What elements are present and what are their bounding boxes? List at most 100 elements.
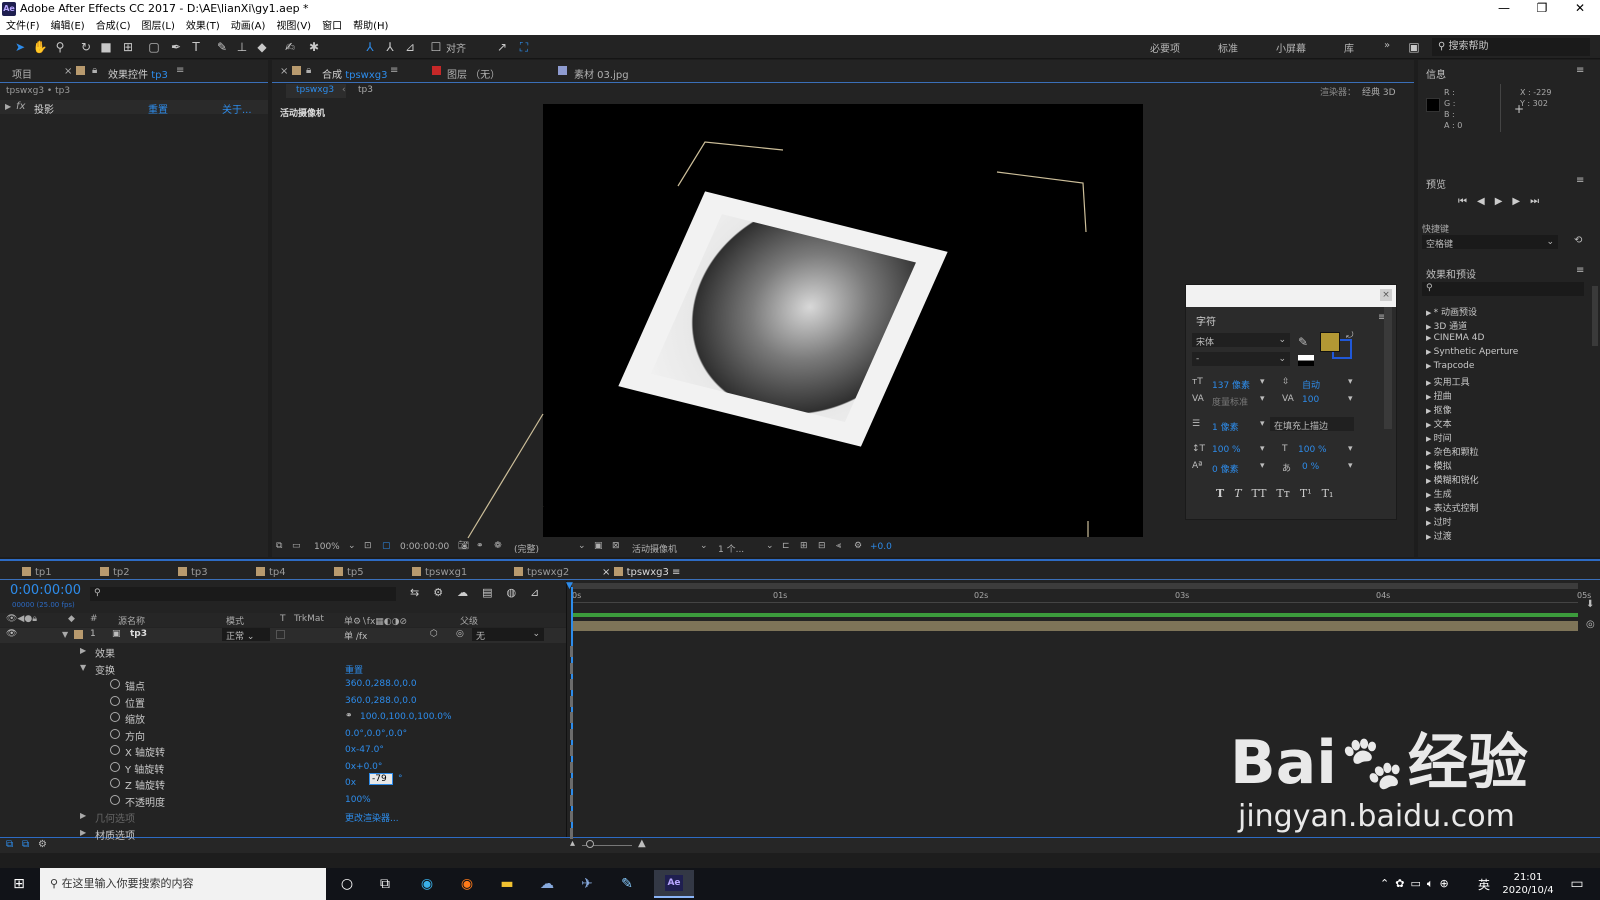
eye-icon[interactable]: 👁︎	[6, 629, 17, 639]
menu-composition[interactable]: 合成(C)	[96, 18, 131, 35]
zoom-out-icon[interactable]: ▴	[570, 838, 575, 849]
fast-preview-icon[interactable]: ⊞	[800, 541, 808, 551]
effects-category-item[interactable]: ▶ 模拟	[1426, 459, 1452, 472]
close-icon[interactable]: ×	[64, 66, 72, 77]
chevron-down-icon[interactable]: ▾	[1260, 419, 1265, 429]
effects-category-item[interactable]: ▶ 时间	[1426, 431, 1452, 444]
clone-stamp-tool-icon[interactable]: ⊥	[234, 39, 250, 55]
collapse-icon[interactable]: ▼	[62, 630, 68, 639]
time-ruler[interactable]: 0s 01s 02s 03s 04s 05s	[572, 589, 1591, 603]
fill-color-swatch[interactable]	[1320, 332, 1340, 352]
camera-tool-icon[interactable]: ■	[98, 39, 114, 55]
effects-category-item[interactable]: ▶ 文本	[1426, 417, 1452, 430]
tray-app-icon[interactable]: ✿	[1395, 877, 1410, 890]
property-value[interactable]: 0x	[345, 778, 356, 788]
rotate-tool-icon[interactable]: ↻	[78, 39, 94, 55]
chevron-down-icon[interactable]: ▾	[1260, 377, 1265, 387]
menu-help[interactable]: 帮助(H)	[353, 18, 388, 35]
timeline-tab-tp5[interactable]: tp5	[334, 567, 364, 578]
property-row[interactable]: 缩放 ⚭ 100.0,100.0,100.0%	[0, 710, 566, 726]
flowchart-next[interactable]: tp3	[358, 85, 373, 95]
effects-category-item[interactable]: ▶ Synthetic Aperture	[1426, 347, 1518, 357]
effects-category-item[interactable]: ▶ 表达式控制	[1426, 501, 1479, 514]
fit-icon[interactable]: ⊡	[364, 541, 372, 551]
shy-icon[interactable]: ☁	[457, 586, 482, 599]
col-source-name[interactable]: 源名称	[118, 614, 145, 627]
chevron-down-icon[interactable]: ▾	[1348, 377, 1353, 387]
close-icon[interactable]: ×	[1380, 289, 1392, 301]
close-button[interactable]: ✕	[1562, 0, 1598, 18]
menu-edit[interactable]: 编辑(E)	[51, 18, 85, 35]
stopwatch-icon[interactable]	[110, 762, 120, 772]
effects-category-item[interactable]: ▶ 杂色和颗粒	[1426, 445, 1479, 458]
3d-layer-icon[interactable]: ⬡	[430, 629, 438, 639]
timeline-tab-tp3[interactable]: tp3	[178, 567, 208, 578]
collapse-icon[interactable]: ▼	[80, 663, 86, 672]
windows-start-icon[interactable]: ⊞	[8, 874, 30, 894]
menu-effect[interactable]: 效果(T)	[186, 18, 220, 35]
timeline-tab-tpswxg3[interactable]: × tpswxg3 ≡	[602, 567, 680, 578]
property-row[interactable]: Y 轴旋转 0x+0.0°	[0, 760, 566, 776]
all-caps-button[interactable]: TT	[1252, 487, 1267, 500]
swap-colors-icon[interactable]: ⤾	[1346, 331, 1354, 341]
world-axis-icon[interactable]: ⅄	[382, 39, 398, 55]
always-preview-icon[interactable]: ⧉	[276, 541, 282, 551]
tab-layer[interactable]: 图层 （无）	[447, 66, 500, 81]
edge-browser-icon[interactable]: ◉	[416, 874, 438, 894]
timeline-tab-tp2[interactable]: tp2	[100, 567, 130, 578]
expand-icon[interactable]: ▶	[5, 102, 11, 111]
property-value[interactable]: 100.0,100.0,100.0%	[360, 712, 452, 722]
shortcut-select[interactable]: 空格键 ⌄	[1422, 235, 1558, 250]
scrollbar[interactable]	[1592, 286, 1598, 346]
property-value[interactable]: 100%	[345, 795, 371, 805]
effect-reset-link[interactable]: 重置	[148, 101, 168, 116]
chevron-up-icon[interactable]: ⌃	[1380, 877, 1395, 890]
layer-search-input[interactable]: ⚲	[90, 587, 396, 601]
flowchart-current[interactable]: tpswxg3	[286, 84, 346, 98]
prev-frame-icon[interactable]: ◀	[1477, 196, 1495, 207]
view-layout-select[interactable]: 1 个...	[718, 542, 744, 555]
tab-project[interactable]: 项目	[12, 66, 32, 81]
chevron-down-icon[interactable]: ⌄	[348, 541, 356, 551]
property-row[interactable]: X 轴旋转 0x-47.0°	[0, 743, 566, 759]
stopwatch-icon[interactable]	[110, 679, 120, 689]
zoom-tool-icon[interactable]: ⚲	[52, 39, 68, 55]
roto-brush-tool-icon[interactable]: ✍	[282, 39, 298, 55]
zoom-select[interactable]: 100%	[314, 542, 340, 552]
minimize-button[interactable]: —	[1486, 0, 1522, 18]
app-icon-5[interactable]: ☁	[536, 874, 558, 894]
label-swatch[interactable]	[74, 630, 83, 639]
faux-bold-button[interactable]: T	[1216, 487, 1224, 500]
workspace-libraries[interactable]: 库	[1344, 40, 1354, 55]
effects-category-item[interactable]: ▶ 抠像	[1426, 403, 1452, 416]
property-row[interactable]: ▶ 材质选项	[0, 826, 566, 842]
clock[interactable]: 21:01 2020/10/4	[1500, 871, 1556, 897]
zoom-slider-handle[interactable]	[586, 840, 594, 848]
help-search-input[interactable]: ⚲ 搜索帮助	[1432, 38, 1590, 56]
mask-icon[interactable]: ▢	[382, 541, 391, 551]
leading-value[interactable]: 自动	[1302, 378, 1320, 391]
frame-blend-icon[interactable]: ▤	[482, 586, 506, 599]
stopwatch-icon[interactable]	[110, 795, 120, 805]
small-caps-button[interactable]: Tт	[1276, 487, 1289, 500]
transparency-grid-icon[interactable]: ⊠	[612, 541, 620, 551]
chevron-down-icon[interactable]: ⌄	[578, 541, 586, 551]
subscript-button[interactable]: T₁	[1322, 487, 1334, 500]
text-tool-icon[interactable]: T	[188, 39, 204, 55]
monitor-icon[interactable]: ▭	[292, 541, 301, 551]
menu-view[interactable]: 视图(V)	[276, 18, 311, 35]
effects-category-item[interactable]: ▶ CINEMA 4D	[1426, 333, 1484, 343]
chevron-down-icon[interactable]: ▾	[1348, 444, 1353, 454]
constrain-proportions-icon[interactable]: ⚭	[345, 711, 353, 721]
expand-icon[interactable]: ▶	[80, 811, 86, 820]
property-value[interactable]: 0x+0.0°	[345, 762, 382, 772]
effects-category-item[interactable]: ▶ 实用工具	[1426, 375, 1470, 388]
zoom-in-icon[interactable]: ▲	[638, 838, 646, 849]
timeline-current-time[interactable]: 0:00:00:00	[10, 583, 81, 598]
tab-footage[interactable]: 素材 03.jpg	[574, 66, 629, 81]
menu-animation[interactable]: 动画(A)	[231, 18, 266, 35]
stopwatch-icon[interactable]	[110, 745, 120, 755]
playhead-icon[interactable]: ▼	[566, 581, 573, 591]
chevron-down-icon[interactable]: ▾	[1348, 394, 1353, 404]
local-axis-icon[interactable]: ⅄	[362, 39, 378, 55]
